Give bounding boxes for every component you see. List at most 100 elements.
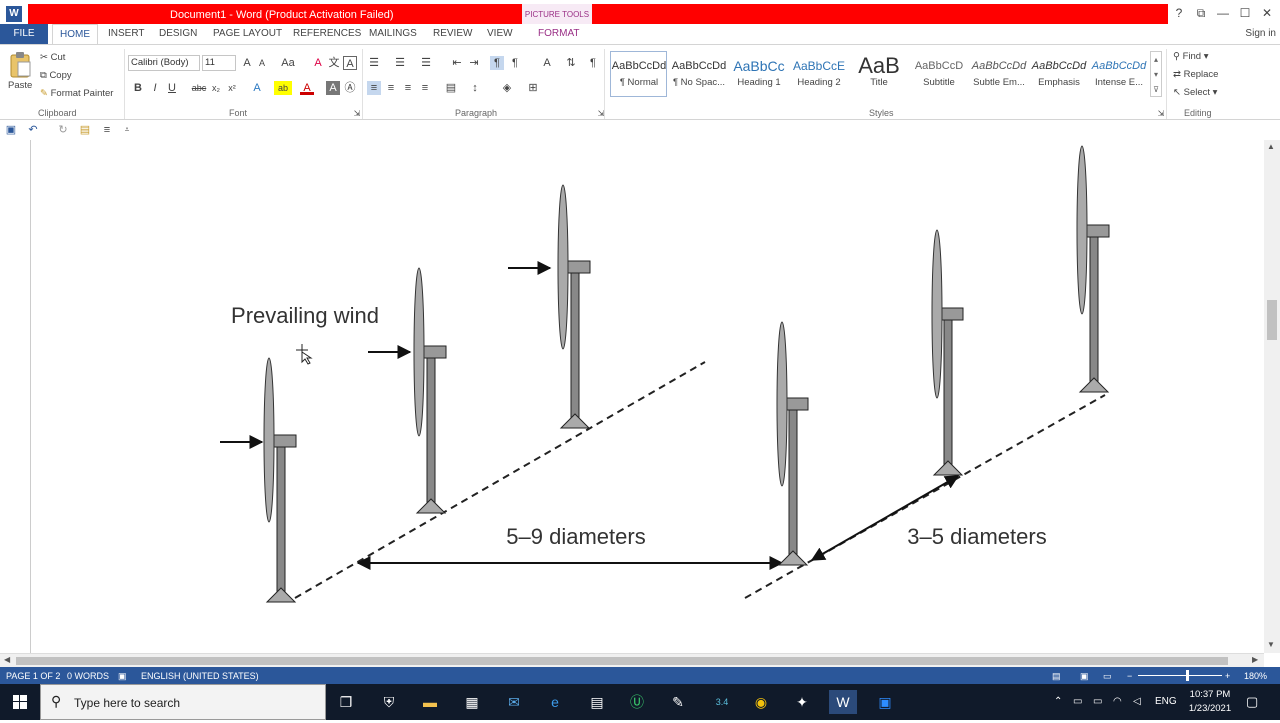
character-border-icon[interactable]: A bbox=[343, 56, 357, 70]
style-heading-2[interactable]: AaBbCcE Heading 2 bbox=[789, 55, 849, 95]
tab-references[interactable]: REFERENCES bbox=[293, 28, 361, 39]
strikethrough-button[interactable]: abc bbox=[190, 81, 208, 95]
vertical-scroll-thumb[interactable] bbox=[1267, 300, 1277, 340]
tab-format[interactable]: FORMAT bbox=[538, 28, 579, 39]
save-icon[interactable]: ▣ bbox=[4, 123, 18, 137]
tray-overflow-icon[interactable]: ⌃ bbox=[1054, 696, 1062, 707]
matlab-icon[interactable]: 3.4 bbox=[708, 690, 736, 714]
zoom-in-button[interactable]: + bbox=[1225, 671, 1230, 681]
zoom-out-button[interactable]: − bbox=[1127, 671, 1132, 681]
clock[interactable]: 10:37 PM 1/23/2021 bbox=[1182, 688, 1238, 716]
close-icon[interactable]: ✕ bbox=[1256, 6, 1278, 20]
sort-icon[interactable]: ⇅ bbox=[564, 56, 578, 70]
copy-button[interactable]: ⧉ Copy bbox=[40, 70, 72, 81]
tab-file[interactable]: FILE bbox=[0, 24, 48, 44]
phonetic-guide-icon[interactable]: 文 bbox=[327, 56, 341, 70]
task-view-icon[interactable]: ❐ bbox=[332, 690, 360, 714]
scroll-up-icon[interactable]: ▲ bbox=[1267, 142, 1275, 151]
ribbon-display-options-icon[interactable]: ⧉ bbox=[1190, 6, 1212, 21]
align-left-icon[interactable]: ≡ bbox=[367, 81, 381, 95]
proofing-icon[interactable]: ▣ bbox=[118, 671, 127, 682]
line-spacing-icon[interactable]: ↕ bbox=[468, 81, 482, 95]
subscript-button[interactable]: x₂ bbox=[209, 81, 223, 95]
taskbar-search-box[interactable]: ⚲ Type here to search bbox=[40, 684, 326, 720]
app-icon[interactable]: ▤ bbox=[583, 690, 611, 714]
superscript-button[interactable]: x² bbox=[225, 81, 239, 95]
format-painter-button[interactable]: ✎ Format Painter bbox=[40, 88, 113, 99]
style-title[interactable]: AaB Title bbox=[849, 55, 909, 95]
style-normal[interactable]: AaBbCcDd ¶ Normal bbox=[609, 55, 669, 95]
styles-gallery-scroll[interactable]: ▴ ▾ ⊽ bbox=[1150, 51, 1162, 97]
page-count[interactable]: PAGE 1 OF 2 bbox=[6, 671, 60, 681]
wifi-icon[interactable]: ◠ bbox=[1113, 696, 1122, 707]
multilevel-list-icon[interactable]: ☰ bbox=[419, 56, 433, 70]
pen-tool-icon[interactable]: ✎ bbox=[664, 690, 692, 714]
numbering-icon[interactable]: ☰ bbox=[393, 56, 407, 70]
tray-app-icon[interactable]: ▭ bbox=[1073, 696, 1082, 707]
align-qat-icon[interactable]: ≡ bbox=[100, 123, 114, 137]
security-shield-icon[interactable]: ⛨ bbox=[375, 690, 403, 714]
paste-icon[interactable] bbox=[8, 51, 32, 79]
decrease-indent-icon[interactable]: ⇤ bbox=[450, 56, 464, 70]
windows-start-icon[interactable] bbox=[0, 684, 40, 720]
tab-design[interactable]: DESIGN bbox=[159, 28, 197, 39]
word-app-icon[interactable]: W bbox=[6, 6, 22, 22]
customize-qat-icon[interactable]: ⩡ bbox=[120, 123, 134, 137]
paragraph-dialog-launcher-icon[interactable]: ⇲ bbox=[594, 107, 608, 121]
edge-browser-icon[interactable]: e bbox=[541, 690, 569, 714]
ltr-direction-icon[interactable]: ¶ bbox=[490, 56, 504, 70]
font-size-combo[interactable]: 11 bbox=[202, 55, 236, 71]
shrink-font-icon[interactable]: A bbox=[255, 56, 269, 70]
zoom-app-icon[interactable]: ▣ bbox=[871, 690, 899, 714]
select-button[interactable]: ↖ Select ▾ bbox=[1173, 87, 1217, 98]
app-red-icon[interactable]: ✦ bbox=[788, 690, 816, 714]
enclose-characters-icon[interactable]: Ⓐ bbox=[343, 81, 357, 95]
style-intense-emphasis[interactable]: AaBbCcDd Intense E... bbox=[1089, 55, 1149, 95]
ime-indicator[interactable]: ENG bbox=[1155, 696, 1177, 707]
upwork-icon[interactable]: Ⓤ bbox=[623, 690, 651, 714]
minimize-icon[interactable]: — bbox=[1212, 6, 1234, 20]
redo-icon[interactable]: ↻ bbox=[56, 123, 70, 137]
replace-button[interactable]: ⇄ Replace bbox=[1173, 69, 1218, 80]
font-color-icon[interactable]: A bbox=[300, 81, 314, 95]
document-canvas[interactable]: Prevailing wind 5–9 diameters 3–5 diamet… bbox=[0, 140, 1254, 653]
read-mode-icon[interactable]: ▤ bbox=[1052, 671, 1061, 682]
horizontal-scroll-thumb[interactable] bbox=[16, 657, 1228, 665]
borders-icon[interactable]: ⊞ bbox=[526, 81, 540, 95]
scroll-down-icon[interactable]: ▼ bbox=[1267, 640, 1275, 649]
scroll-left-icon[interactable]: ◀ bbox=[4, 655, 10, 664]
style-no-spacing[interactable]: AaBbCcDd ¶ No Spac... bbox=[669, 55, 729, 95]
tab-review[interactable]: REVIEW bbox=[433, 28, 472, 39]
align-right-icon[interactable]: ≡ bbox=[401, 81, 415, 95]
chinese-layout-icon[interactable]: A bbox=[540, 56, 554, 70]
print-layout-icon[interactable]: ▣ bbox=[1080, 671, 1089, 682]
bold-button[interactable]: B bbox=[131, 81, 145, 95]
character-shading-icon[interactable]: A bbox=[326, 81, 340, 95]
bullets-icon[interactable]: ☰ bbox=[367, 56, 381, 70]
text-effects-icon[interactable]: A bbox=[250, 81, 264, 95]
tab-mailings[interactable]: MAILINGS bbox=[369, 28, 417, 39]
tab-view[interactable]: VIEW bbox=[487, 28, 513, 39]
shading-icon[interactable]: ◈ bbox=[500, 81, 514, 95]
mail-icon[interactable]: ✉ bbox=[500, 690, 528, 714]
zoom-slider-thumb[interactable] bbox=[1186, 670, 1189, 681]
justify-icon[interactable]: ≡ bbox=[418, 81, 432, 95]
battery-icon[interactable]: ▭ bbox=[1093, 696, 1102, 707]
maximize-icon[interactable]: ☐ bbox=[1234, 6, 1256, 20]
word-count[interactable]: 0 WORDS bbox=[67, 671, 109, 681]
show-marks-icon[interactable]: ¶ bbox=[586, 56, 600, 70]
language-indicator[interactable]: ENGLISH (UNITED STATES) bbox=[141, 671, 259, 681]
zoom-level[interactable]: 180% bbox=[1244, 671, 1267, 681]
change-case-icon[interactable]: Aa bbox=[278, 56, 298, 70]
align-center-icon[interactable]: ≡ bbox=[384, 81, 398, 95]
cut-button[interactable]: ✂ Cut bbox=[40, 52, 65, 63]
style-subtle-emphasis[interactable]: AaBbCcDd Subtle Em... bbox=[969, 55, 1029, 95]
tab-insert[interactable]: INSERT bbox=[108, 28, 145, 39]
word-taskbar-icon[interactable]: W bbox=[829, 690, 857, 714]
microsoft-store-icon[interactable]: ▦ bbox=[458, 690, 486, 714]
grow-font-icon[interactable]: A bbox=[240, 56, 254, 70]
vertical-scrollbar[interactable]: ▲ ▼ bbox=[1264, 140, 1280, 653]
zoom-slider[interactable] bbox=[1138, 675, 1222, 676]
undo-icon[interactable]: ↶ bbox=[26, 123, 40, 137]
tab-home[interactable]: HOME bbox=[52, 24, 98, 46]
